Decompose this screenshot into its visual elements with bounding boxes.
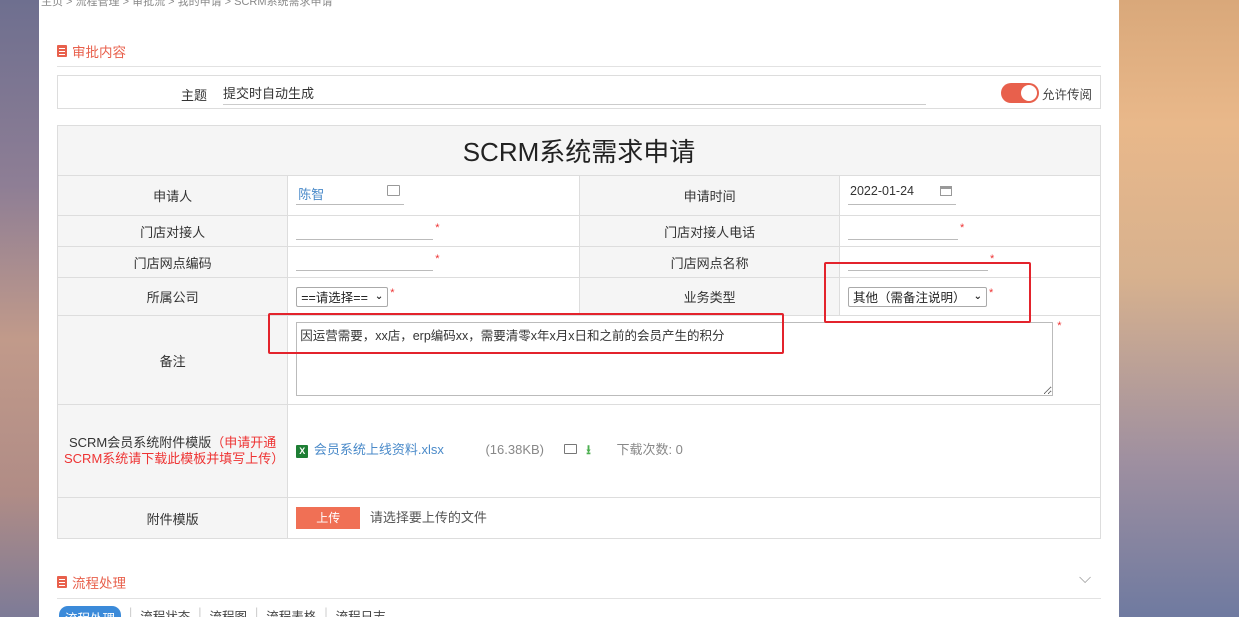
- store-code-input[interactable]: [296, 253, 434, 271]
- apply-time-field[interactable]: 2022-01-24: [848, 183, 957, 205]
- subject-row: 主题 提交时自动生成 允许传阅: [57, 75, 1101, 109]
- collapse-chevron-icon[interactable]: ⌵: [1079, 570, 1091, 588]
- background-right: [1119, 0, 1239, 617]
- tab-process[interactable]: 流程处理: [59, 606, 122, 617]
- required-mark: *: [1057, 320, 1062, 332]
- preview-book-icon[interactable]: [563, 444, 577, 454]
- subject-label: 主题: [181, 88, 208, 103]
- approval-section-header: 审批内容: [57, 41, 126, 61]
- subject-input[interactable]: 提交时自动生成: [223, 83, 926, 105]
- store-contact-label: 门店对接人: [56, 215, 289, 247]
- process-tabs: 流程处理 | 流程状态 | 流程图 | 流程表格 | 流程日志: [59, 606, 386, 617]
- required-mark: *: [435, 222, 440, 234]
- store-name-label: 门店网点名称: [579, 246, 841, 278]
- allow-circulate-label: 允许传阅: [1042, 88, 1093, 102]
- apply-time-label: 申请时间: [579, 175, 841, 216]
- biz-type-label: 业务类型: [579, 277, 841, 316]
- applicant-label: 申请人: [56, 175, 289, 216]
- allow-circulate-toggle[interactable]: [1001, 83, 1039, 103]
- upload-button[interactable]: 上传: [296, 507, 361, 529]
- company-select-value: ==请选择==: [301, 291, 368, 305]
- document-icon: [57, 45, 67, 57]
- tab-chart[interactable]: 流程图: [210, 606, 248, 617]
- template-label-cell: SCRM会员系统附件模版（申请开通SCRM系统请下载此模板并填写上传）: [56, 404, 289, 498]
- select-user-icon[interactable]: [387, 184, 401, 196]
- store-contact-phone-label: 门店对接人电话: [579, 215, 841, 247]
- tab-table[interactable]: 流程表格: [266, 606, 316, 617]
- form-title: SCRM系统需求申请: [57, 125, 1101, 176]
- template-file-size: (16.38KB): [485, 442, 545, 457]
- applicant-value: 陈智: [298, 186, 325, 202]
- apply-time-value: 2022-01-24: [850, 183, 914, 198]
- tab-log[interactable]: 流程日志: [336, 606, 386, 617]
- divider: [57, 598, 1101, 599]
- required-mark: *: [390, 286, 395, 299]
- process-section-header: 流程处理: [57, 572, 126, 592]
- attach-label: 附件模版: [56, 497, 289, 539]
- company-label: 所属公司: [56, 277, 289, 316]
- required-mark: *: [960, 222, 965, 234]
- download-icon[interactable]: ⭳: [586, 442, 591, 457]
- chevron-down-icon: ⌄: [374, 291, 384, 302]
- document-icon: [57, 576, 67, 588]
- highlight-box-biz-type: [824, 262, 1031, 323]
- download-count: 下载次数: 0: [616, 442, 683, 457]
- process-section-title: 流程处理: [72, 576, 126, 591]
- template-label: SCRM会员系统附件模版: [68, 435, 212, 450]
- highlight-box-remark: [268, 313, 784, 354]
- tab-status[interactable]: 流程状态: [140, 606, 190, 617]
- upload-hint: 请选择要上传的文件: [369, 510, 487, 525]
- excel-file-icon: X: [296, 445, 309, 458]
- required-mark: *: [435, 253, 440, 265]
- template-file-link[interactable]: 会员系统上线资料.xlsx: [314, 442, 444, 457]
- remark-label: 备注: [56, 315, 289, 405]
- main-panel: 主页 > 流程管理 > 审批流 > 我的申请 > SCRM系统需求申请 审批内容…: [39, 0, 1119, 617]
- calendar-icon[interactable]: [940, 185, 953, 196]
- background-left: [0, 0, 39, 617]
- breadcrumb: 主页 > 流程管理 > 审批流 > 我的申请 > SCRM系统需求申请: [41, 0, 333, 8]
- store-contact-phone-input[interactable]: [848, 222, 959, 240]
- store-code-label: 门店网点编码: [56, 246, 289, 278]
- applicant-field[interactable]: 陈智: [296, 184, 405, 205]
- divider: [57, 66, 1101, 67]
- approval-section-title: 审批内容: [72, 45, 126, 60]
- company-select[interactable]: ==请选择== ⌄: [296, 286, 389, 307]
- store-contact-input[interactable]: [296, 222, 434, 240]
